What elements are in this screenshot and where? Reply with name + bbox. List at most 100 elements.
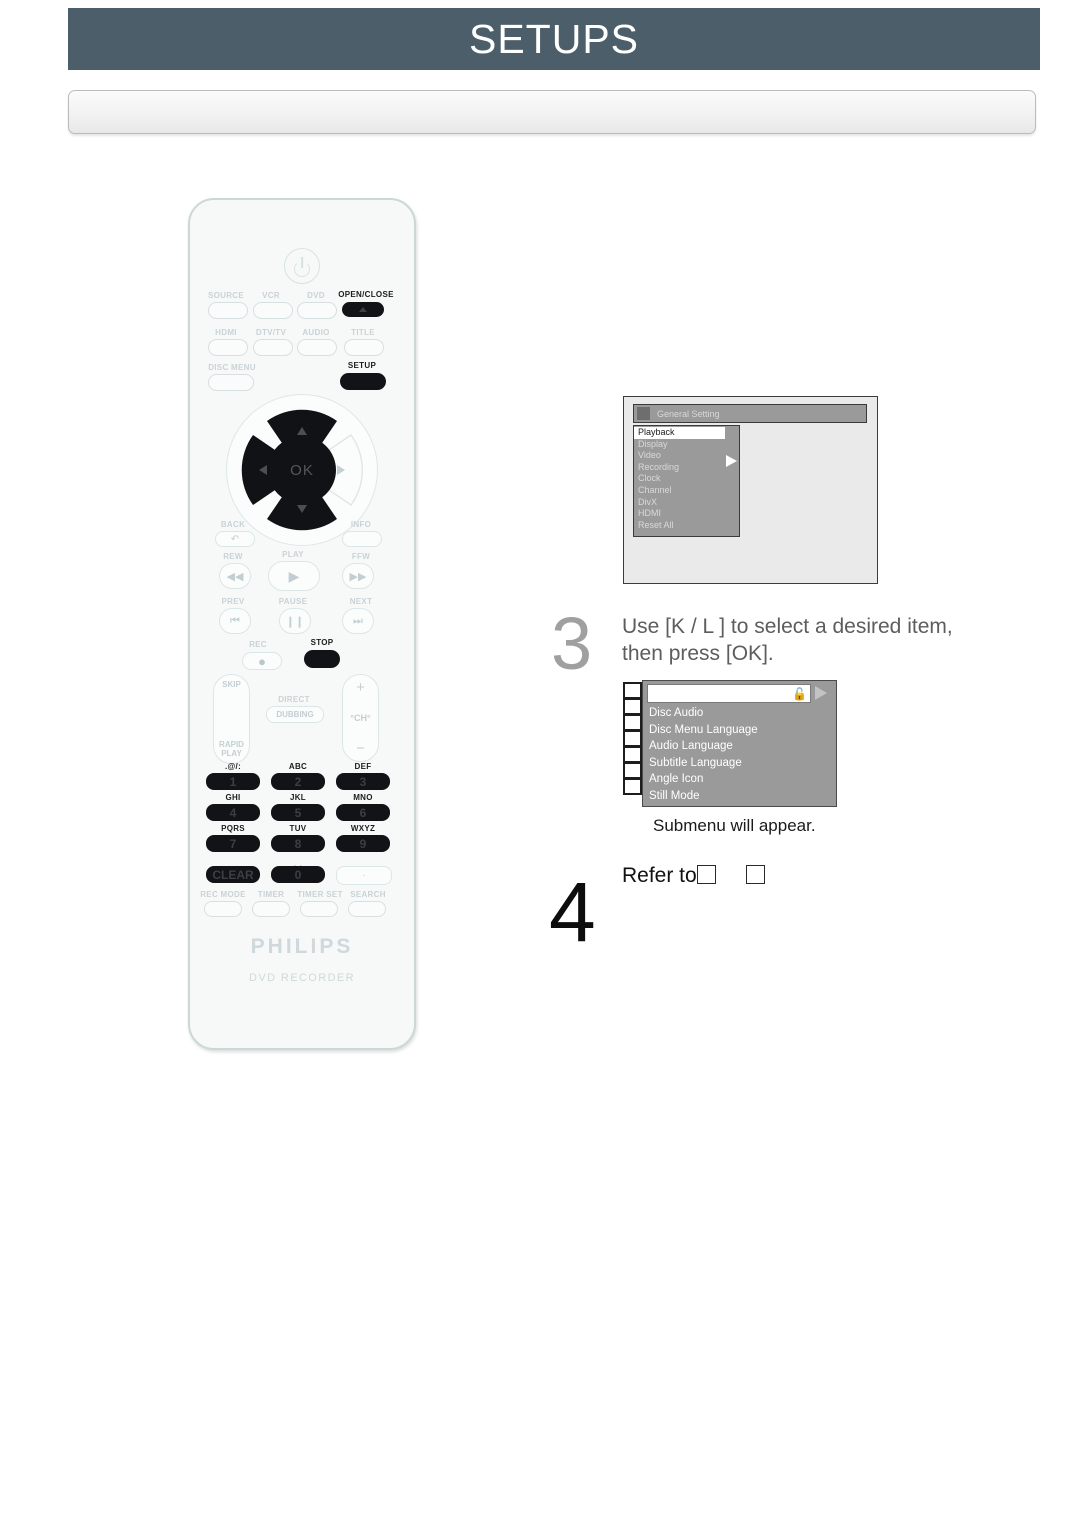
menu-item-display[interactable]: Display bbox=[634, 439, 739, 451]
channel-up-icon: + bbox=[356, 679, 365, 696]
menu-item-divx[interactable]: DivX bbox=[634, 497, 739, 509]
label-search: SEARCH bbox=[350, 890, 386, 899]
button-play[interactable]: ▶ bbox=[268, 561, 320, 591]
submenu-box bbox=[623, 730, 642, 747]
button-ffw[interactable]: ▶▶ bbox=[342, 563, 374, 589]
menu-item-channel[interactable]: Channel bbox=[634, 485, 739, 497]
key-7[interactable]: 7 bbox=[206, 835, 260, 852]
button-dtv-tv[interactable] bbox=[253, 339, 293, 356]
button-title[interactable] bbox=[344, 339, 384, 356]
menu-item-clock[interactable]: Clock bbox=[634, 473, 739, 485]
next-icon: ⏭ bbox=[353, 614, 363, 627]
label-skip: SKIP bbox=[222, 680, 241, 689]
submenu-selected-row[interactable]: 🔓 bbox=[647, 684, 811, 703]
step-3-line1: Use [K / L ] to select a desired item, bbox=[622, 615, 953, 638]
page-header: SETUPS bbox=[68, 8, 1040, 70]
button-prev[interactable]: ⏮ bbox=[219, 608, 251, 634]
button-timer[interactable] bbox=[252, 901, 290, 917]
submenu-item-disc-audio[interactable]: Disc Audio bbox=[643, 705, 836, 722]
key-1[interactable]: 1 bbox=[206, 773, 260, 790]
brand-logo: PHILIPS bbox=[250, 935, 354, 958]
button-skip-rapid-play[interactable]: SKIP RAPID PLAY bbox=[213, 674, 250, 764]
screen-general-setting: General Setting Playback Display Video R… bbox=[623, 396, 878, 584]
label-key-1: .@/: bbox=[224, 762, 242, 771]
button-rew[interactable]: ◀◀ bbox=[219, 563, 251, 589]
button-info[interactable] bbox=[342, 531, 382, 547]
label-ffw: FFW bbox=[351, 552, 371, 561]
label-key-7: PQRS bbox=[221, 824, 245, 833]
button-open-close[interactable] bbox=[342, 302, 384, 317]
label-pause: PAUSE bbox=[278, 597, 308, 606]
screen-submenu: 🔓 Disc Audio Disc Menu Language Audio La… bbox=[642, 680, 837, 807]
label-setup: SETUP bbox=[347, 361, 377, 370]
key-9[interactable]: 9 bbox=[336, 835, 390, 852]
label-open-close: OPEN/CLOSE bbox=[338, 290, 394, 299]
submenu-box bbox=[623, 682, 642, 699]
key-clear[interactable]: CLEAR bbox=[206, 866, 260, 883]
submenu-item-still-mode[interactable]: Still Mode bbox=[643, 788, 836, 805]
eject-icon bbox=[359, 307, 367, 312]
button-next[interactable]: ⏭ bbox=[342, 608, 374, 634]
label-dtv-tv: DTV/TV bbox=[255, 328, 287, 337]
label-stop: STOP bbox=[310, 638, 334, 647]
key-5[interactable]: 5 bbox=[271, 804, 325, 821]
submenu-box bbox=[623, 778, 642, 795]
page-title: SETUPS bbox=[468, 15, 640, 62]
submenu-left-boxes bbox=[623, 682, 642, 795]
button-channel-rocker[interactable]: + °CH° − bbox=[342, 674, 379, 762]
label-rec-mode: REC MODE bbox=[200, 890, 246, 899]
button-hdmi[interactable] bbox=[208, 339, 248, 356]
submenu-box bbox=[623, 746, 642, 763]
label-key-6: MNO bbox=[353, 793, 373, 802]
product-name: DVD RECORDER bbox=[248, 972, 356, 984]
label-key-8: TUV bbox=[289, 824, 307, 833]
menu-item-playback[interactable]: Playback bbox=[634, 427, 725, 439]
button-timer-set[interactable] bbox=[300, 901, 338, 917]
back-arrow-icon: ↶ bbox=[230, 533, 240, 545]
menu-item-video[interactable]: Video bbox=[634, 450, 739, 462]
label-dvd: DVD bbox=[307, 291, 325, 300]
button-direct-dubbing[interactable]: DUBBING bbox=[266, 706, 324, 723]
power-icon[interactable] bbox=[284, 248, 320, 284]
submenu-item-disc-menu-language[interactable]: Disc Menu Language bbox=[643, 722, 836, 739]
key-3[interactable]: 3 bbox=[336, 773, 390, 790]
button-rec-mode[interactable] bbox=[204, 901, 242, 917]
button-rec[interactable]: ● bbox=[242, 652, 282, 670]
button-disc-menu[interactable] bbox=[208, 374, 254, 391]
rewind-icon: ◀◀ bbox=[226, 570, 244, 583]
button-source[interactable] bbox=[208, 302, 248, 319]
menu-item-hdmi[interactable]: HDMI bbox=[634, 508, 739, 520]
button-audio[interactable] bbox=[297, 339, 337, 356]
button-back[interactable]: ↶ bbox=[215, 531, 255, 547]
key-2[interactable]: 2 bbox=[271, 773, 325, 790]
label-key-2: ABC bbox=[288, 762, 308, 771]
button-pause[interactable]: ❙❙ bbox=[279, 608, 311, 634]
key-6[interactable]: 6 bbox=[336, 804, 390, 821]
key-0[interactable]: 0 bbox=[271, 866, 325, 883]
label-title: TITLE bbox=[351, 328, 375, 337]
ok-button[interactable]: OK bbox=[268, 436, 336, 504]
submenu-item-subtitle-language[interactable]: Subtitle Language bbox=[643, 755, 836, 772]
setting-icon bbox=[637, 407, 650, 420]
key-4[interactable]: 4 bbox=[206, 804, 260, 821]
label-rec: REC bbox=[249, 640, 267, 649]
button-vcr[interactable] bbox=[253, 302, 293, 319]
submenu-item-angle-icon[interactable]: Angle Icon bbox=[643, 771, 836, 788]
menu-item-reset-all[interactable]: Reset All bbox=[634, 520, 739, 532]
label-vcr: VCR bbox=[262, 291, 280, 300]
key-dot[interactable]: · bbox=[336, 866, 392, 885]
submenu-item-audio-language[interactable]: Audio Language bbox=[643, 738, 836, 755]
submenu-list: Disc Audio Disc Menu Language Audio Lang… bbox=[643, 705, 836, 804]
screen-title: General Setting bbox=[657, 408, 720, 419]
step-3-line2: then press [OK]. bbox=[622, 642, 774, 665]
button-setup[interactable] bbox=[340, 373, 386, 390]
menu-item-recording[interactable]: Recording bbox=[634, 462, 739, 474]
button-search[interactable] bbox=[348, 901, 386, 917]
play-icon: ▶ bbox=[288, 567, 300, 584]
label-back: BACK bbox=[220, 520, 246, 529]
step-4-number: 4 bbox=[549, 865, 596, 959]
button-dvd[interactable] bbox=[297, 302, 337, 319]
button-stop[interactable] bbox=[304, 650, 340, 668]
key-8[interactable]: 8 bbox=[271, 835, 325, 852]
label-key-5: JKL bbox=[289, 793, 306, 802]
